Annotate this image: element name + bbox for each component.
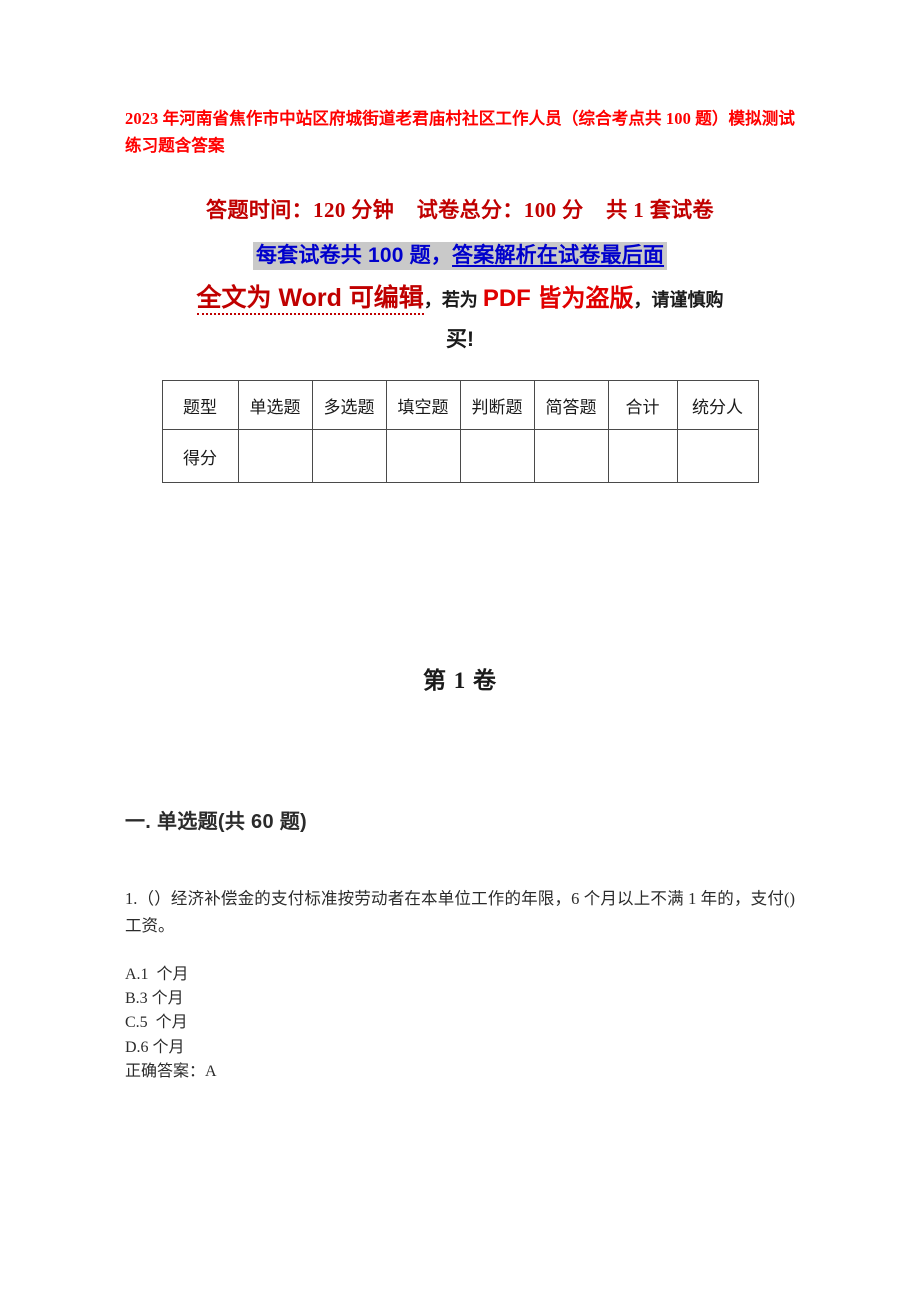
score-cell[interactable] [533, 429, 609, 484]
caution-purchase-text-continued: 买! [446, 327, 474, 351]
table-row: 题型 单选题 多选题 填空题 判断题 简答题 合计 统分人 [161, 380, 759, 431]
volume-heading: 第 1 卷 [423, 668, 497, 694]
score-cell[interactable] [311, 429, 387, 484]
option-c[interactable]: C.5 个月 [125, 1011, 795, 1035]
table-header-cell: 合计 [607, 380, 678, 431]
table-header-cell: 简答题 [533, 380, 609, 431]
score-cell[interactable] [676, 429, 759, 484]
warning-comma-2: ， [633, 290, 652, 311]
score-cell[interactable] [237, 429, 313, 484]
answer-location-link[interactable]: 答案解析在试卷最后面 [452, 244, 664, 267]
table-header-cell: 多选题 [311, 380, 387, 431]
option-d[interactable]: D.6 个月 [125, 1036, 795, 1060]
format-warning-line: 全文为 Word 可编辑，若为 PDF 皆为盗版，请谨慎购 [125, 281, 795, 317]
table-header-cell: 填空题 [385, 380, 461, 431]
highlighted-notice: 每套试卷共 100 题，答案解析在试卷最后面 [252, 241, 668, 270]
document-page: 2023 年河南省焦作市中站区府城街道老君庙村社区工作人员（综合考点共 100 … [0, 0, 920, 1302]
ruowei-text: 若为 [441, 290, 483, 311]
table-header-cell: 判断题 [459, 380, 535, 431]
score-table: 题型 单选题 多选题 填空题 判断题 简答题 合计 统分人 得分 [161, 380, 759, 484]
question-block: 1.（）经济补偿金的支付标准按劳动者在本单位工作的年限，6 个月以上不满 1 年… [125, 886, 795, 1084]
section-heading-single-choice: 一. 单选题(共 60 题) [125, 811, 307, 834]
score-cell[interactable] [385, 429, 461, 484]
warning-comma-1: ， [423, 290, 442, 311]
option-list: A.1 个月 B.3 个月 C.5 个月 D.6 个月 正确答案：A [125, 963, 795, 1085]
table-header-cell: 题型 [161, 380, 239, 431]
pdf-piracy-text: PDF 皆为盗版 [482, 285, 634, 313]
question-count-text: 每套试卷共 100 题， [255, 243, 453, 267]
score-row-label: 得分 [161, 429, 239, 484]
table-header-cell: 统分人 [676, 380, 759, 431]
answer-location-line: 每套试卷共 100 题，答案解析在试卷最后面 [125, 240, 795, 272]
table-row: 得分 [161, 429, 759, 484]
exam-meta-line: 答题时间：120 分钟 试卷总分：100 分 共 1 套试卷 [206, 198, 714, 223]
table-header-cell: 单选题 [237, 380, 313, 431]
page-title: 2023 年河南省焦作市中站区府城街道老君庙村社区工作人员（综合考点共 100 … [125, 109, 795, 155]
notice-block: 答题时间：120 分钟 试卷总分：100 分 共 1 套试卷 每套试卷共 100… [125, 195, 795, 354]
option-b[interactable]: B.3 个月 [125, 987, 795, 1011]
score-cell[interactable] [607, 429, 678, 484]
option-a[interactable]: A.1 个月 [125, 963, 795, 987]
caution-purchase-text: 请谨慎购 [651, 290, 724, 311]
score-table-container: 题型 单选题 多选题 填空题 判断题 简答题 合计 统分人 得分 [125, 380, 795, 484]
question-stem: 1.（）经济补偿金的支付标准按劳动者在本单位工作的年限，6 个月以上不满 1 年… [125, 889, 795, 936]
correct-answer: 正确答案：A [125, 1063, 217, 1081]
score-cell[interactable] [459, 429, 535, 484]
word-editable-text: 全文为 Word 可编辑 [196, 284, 424, 316]
